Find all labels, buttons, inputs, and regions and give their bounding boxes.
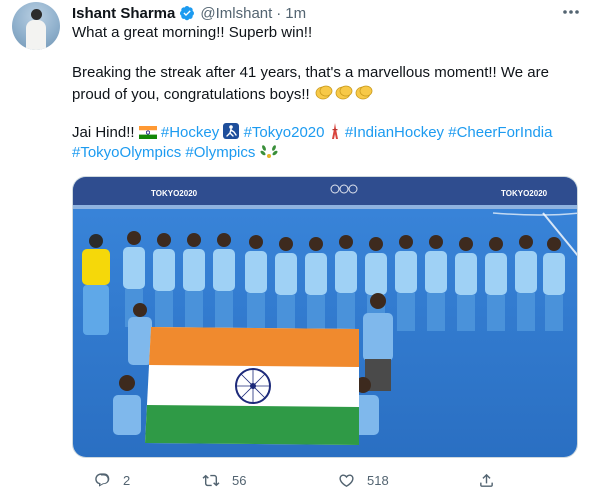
tweet-line-4-text: Jai Hind!! — [72, 124, 135, 141]
retweet-button[interactable]: 56 — [202, 472, 246, 489]
team-photo-illustration: TOKYO2020 TOKYO2020 — [73, 177, 577, 457]
indian-flag — [145, 327, 359, 445]
tweet-line-4: Jai Hind!! #Hockey #Tokyo2020 #IndianHoc… — [72, 123, 572, 143]
avatar-head — [31, 9, 42, 20]
share-button[interactable] — [478, 472, 495, 489]
avatar[interactable] — [12, 2, 60, 50]
separator-dot: · — [276, 4, 282, 22]
author-name[interactable]: Ishant Sharma — [72, 5, 175, 22]
tweet-header: Ishant Sharma @Imlshant · 1m — [72, 3, 306, 23]
hashtag-indianhockey[interactable]: #IndianHockey — [345, 124, 444, 141]
hashtag-tokyoolympics[interactable]: #TokyoOlympics — [72, 144, 181, 161]
like-icon — [339, 473, 354, 487]
hashtag-olympics[interactable]: #Olympics — [185, 144, 255, 161]
tweet-text: What a great morning!! Superb win!! Brea… — [72, 23, 572, 163]
hockey-emoji — [223, 123, 240, 145]
like-count: 518 — [367, 472, 389, 488]
retweet-count: 56 — [232, 472, 247, 488]
tweet-time[interactable]: 1m — [285, 5, 306, 22]
india-flag-emoji — [138, 125, 157, 145]
tweet-line-1: What a great morning!! Superb win!! — [72, 24, 313, 41]
hashtag-tokyo2020[interactable]: #Tokyo2020 — [244, 124, 325, 141]
tweet-photo[interactable]: TOKYO2020 TOKYO2020 — [72, 176, 578, 458]
hashtag-cheerforindia[interactable]: #CheerForIndia — [448, 124, 552, 141]
tweet-line-5: #TokyoOlympics #Olympics — [72, 143, 572, 163]
hashtag-hockey[interactable]: #Hockey — [161, 124, 219, 141]
laurel-emoji — [260, 143, 278, 165]
more-icon[interactable] — [560, 4, 582, 20]
reply-count: 2 — [123, 472, 131, 488]
verified-badge-icon — [179, 5, 195, 21]
tower-emoji — [329, 123, 341, 145]
share-icon — [480, 473, 493, 487]
reply-icon — [95, 472, 110, 487]
tweet-line-2: Breaking the streak after 41 years, that… — [72, 64, 549, 81]
clap-emoji — [314, 83, 374, 107]
like-button[interactable]: 518 — [338, 472, 389, 489]
banner-text-right: TOKYO2020 — [501, 189, 548, 198]
avatar-body — [26, 20, 46, 50]
tweet-line-3-text: proud of you, congratulations boys!! — [72, 86, 310, 103]
retweet-icon — [202, 474, 220, 486]
banner-text-left: TOKYO2020 — [151, 189, 198, 198]
action-bar: 2 56 518 — [72, 471, 512, 489]
reply-button[interactable]: 2 — [94, 472, 130, 489]
author-handle[interactable]: @Imlshant — [200, 5, 272, 22]
tweet-line-3: proud of you, congratulations boys!! — [72, 83, 572, 103]
